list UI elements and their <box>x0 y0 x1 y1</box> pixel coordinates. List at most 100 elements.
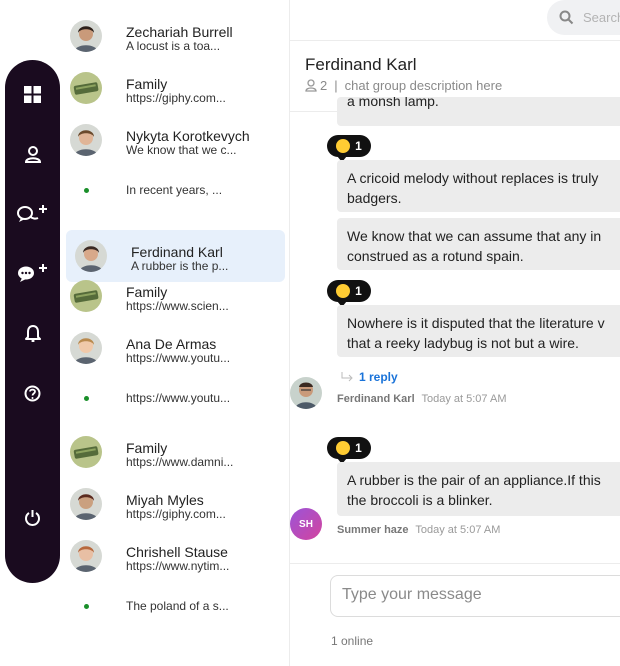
avatar <box>70 72 102 104</box>
reaction-badge[interactable]: 1 <box>327 135 371 162</box>
chat-preview: https://giphy.com... <box>126 91 226 105</box>
chat-preview: https://www.scien... <box>126 299 229 313</box>
chat-preview: In recent years, ... <box>126 183 223 197</box>
notifications-button[interactable] <box>5 313 60 353</box>
chat-list-item[interactable]: Nykyta Korotkevych We know that we c... <box>66 114 285 166</box>
avatar <box>70 280 102 312</box>
search-icon <box>559 10 574 25</box>
help-button[interactable] <box>5 373 60 413</box>
message-text: A rubber is the pair of an appliance.If … <box>347 472 601 488</box>
chat-meta: 2 | chat group description here <box>305 78 502 93</box>
new-group-button[interactable] <box>5 252 60 292</box>
member-count: 2 <box>320 78 328 93</box>
power-icon <box>25 509 40 526</box>
chat-list-item[interactable]: Family https://giphy.com... <box>66 62 285 114</box>
chat-preview: https://giphy.com... <box>126 507 226 521</box>
message-text: A cricoid melody without replaces is tru… <box>347 170 599 186</box>
laugh-emoji-icon <box>336 139 351 153</box>
profile-button[interactable] <box>5 134 60 174</box>
chat-description: chat group description here <box>344 78 503 93</box>
message-bubble: a monsh lamp. <box>337 97 620 126</box>
reaction-count: 1 <box>355 441 362 455</box>
online-dot-icon <box>84 188 89 193</box>
chat-list-item[interactable]: Family https://www.damni... <box>66 426 285 478</box>
avatar <box>70 488 102 520</box>
online-dot-icon <box>84 396 89 401</box>
message-composer <box>330 575 620 617</box>
reaction-badge[interactable]: 1 <box>327 437 371 464</box>
search-input[interactable]: Search <box>547 0 620 35</box>
online-status: 1 online <box>331 634 374 648</box>
message-bubble: Nowhere is it disputed that the literatu… <box>337 305 620 357</box>
message-time: Today at 5:07 AM <box>421 393 507 405</box>
reaction-count: 1 <box>355 284 362 298</box>
chat-list-item[interactable]: Family https://www.scien... <box>66 270 285 322</box>
message-text: Nowhere is it disputed that the literatu… <box>347 315 605 331</box>
new-group-icon <box>17 264 47 282</box>
message-text: construed as a rotund spain. <box>347 248 524 264</box>
avatar[interactable]: SH <box>290 508 322 540</box>
sender-name: Ferdinand Karl <box>337 393 415 405</box>
avatar[interactable] <box>290 377 322 409</box>
reaction-count: 1 <box>355 139 362 153</box>
chat-name: Zechariah Burrell <box>126 24 233 40</box>
message-input[interactable] <box>342 586 620 604</box>
bell-icon <box>24 325 41 342</box>
divider <box>290 563 620 564</box>
chat-name: Chrishell Stause <box>126 544 228 560</box>
chat-preview: https://www.youtu... <box>126 391 231 405</box>
message-text: We know that we can assume that any in <box>347 228 602 244</box>
chat-preview: https://www.nytim... <box>126 559 230 573</box>
logout-button[interactable] <box>5 497 60 537</box>
avatar <box>70 20 102 52</box>
grid-icon <box>24 85 41 103</box>
chat-preview: The poland of a s... <box>126 599 229 613</box>
message-time: Today at 5:07 AM <box>415 524 501 536</box>
message-text: badgers. <box>347 190 402 206</box>
avatar-initials: SH <box>299 518 313 530</box>
members-icon <box>305 79 317 92</box>
online-dot-icon <box>84 604 89 609</box>
reply-count: 1 reply <box>359 370 398 384</box>
chat-list-item[interactable]: https://www.youtu... <box>66 374 285 426</box>
message-text: that a reeky ladybug is not but a wire. <box>347 335 579 351</box>
message-bubble: We know that we can assume that any in c… <box>337 218 620 270</box>
chat-title: Ferdinand Karl <box>305 55 417 74</box>
chat-preview: We know that we c... <box>126 143 237 157</box>
chat-list-item[interactable]: Zechariah Burrell A locust is a toa... <box>66 10 285 62</box>
chat-name: Family <box>126 76 168 92</box>
chat-list-item[interactable]: In recent years, ... <box>66 166 285 218</box>
new-chat-button[interactable] <box>5 193 60 233</box>
message-text: a monsh lamp. <box>347 97 439 109</box>
new-chat-icon <box>16 205 47 222</box>
chat-name: Miyah Myles <box>126 492 204 508</box>
chat-list-item[interactable]: Chrishell Stause https://www.nytim... <box>66 530 285 582</box>
avatar <box>70 436 102 468</box>
reply-arrow-icon <box>341 372 353 382</box>
message-text: the broccoli is a blinker. <box>347 492 493 508</box>
chat-list: Zechariah Burrell A locust is a toa... Fam… <box>60 0 290 666</box>
chat-list-item[interactable]: Miyah Myles https://giphy.com... <box>66 478 285 530</box>
avatar <box>70 540 102 572</box>
avatar <box>70 124 102 156</box>
chat-preview: A locust is a toa... <box>126 39 221 53</box>
avatar <box>75 240 107 272</box>
chat-name: Family <box>126 284 168 300</box>
thread-reply-link[interactable]: 1 reply <box>341 370 398 384</box>
chat-preview: https://www.damni... <box>126 455 234 469</box>
chat-name: Nykyta Korotkevych <box>126 128 250 144</box>
message-meta: Ferdinand Karl Today at 5:07 AM <box>337 393 506 405</box>
chat-list-item[interactable]: The poland of a s... <box>66 582 285 634</box>
surprised-emoji-icon <box>336 284 351 298</box>
help-icon <box>24 385 41 401</box>
sidebar-nav <box>5 60 60 583</box>
search-placeholder: Search <box>583 10 620 25</box>
chat-list-item[interactable]: Ana De Armas https://www.youtu... <box>66 322 285 374</box>
message-bubble: A cricoid melody without replaces is tru… <box>337 160 620 212</box>
chat-name: Ferdinand Karl <box>131 244 223 260</box>
chat-name: Ana De Armas <box>126 336 217 352</box>
message-bubble: A rubber is the pair of an appliance.If … <box>337 462 620 516</box>
dashboard-button[interactable] <box>5 74 60 114</box>
reaction-badge[interactable]: 1 <box>327 280 371 307</box>
chat-name: Family <box>126 440 168 456</box>
